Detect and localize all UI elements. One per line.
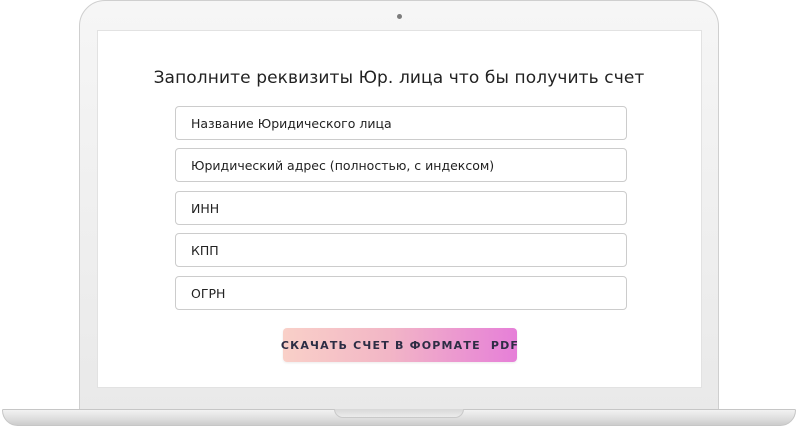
laptop-mockup: Заполните реквизиты Юр. лица что бы полу… (0, 0, 798, 431)
laptop-notch (334, 409, 464, 418)
ogrn-placeholder: ОГРН (191, 285, 226, 301)
legal-address-placeholder: Юридический адрес (полностью, с индексом… (191, 157, 495, 173)
kpp-field[interactable]: КПП (175, 233, 627, 267)
company-name-placeholder: Название Юридического лица (191, 115, 392, 131)
download-pdf-button[interactable]: СКАЧАТЬ СЧЕТ В ФОРМАТЕ PDF (280, 328, 520, 362)
inn-field[interactable]: ИНН (175, 191, 627, 225)
inn-placeholder: ИНН (191, 200, 220, 216)
form-title: Заполните реквизиты Юр. лица что бы полу… (153, 68, 645, 88)
legal-address-field[interactable]: Юридический адрес (полностью, с индексом… (175, 148, 627, 182)
laptop-camera-icon (397, 14, 402, 19)
ogrn-field[interactable]: ОГРН (175, 276, 627, 310)
company-name-field[interactable]: Название Юридического лица (175, 106, 627, 140)
download-pdf-label: СКАЧАТЬ СЧЕТ В ФОРМАТЕ PDF (280, 338, 520, 352)
kpp-placeholder: КПП (191, 242, 219, 258)
